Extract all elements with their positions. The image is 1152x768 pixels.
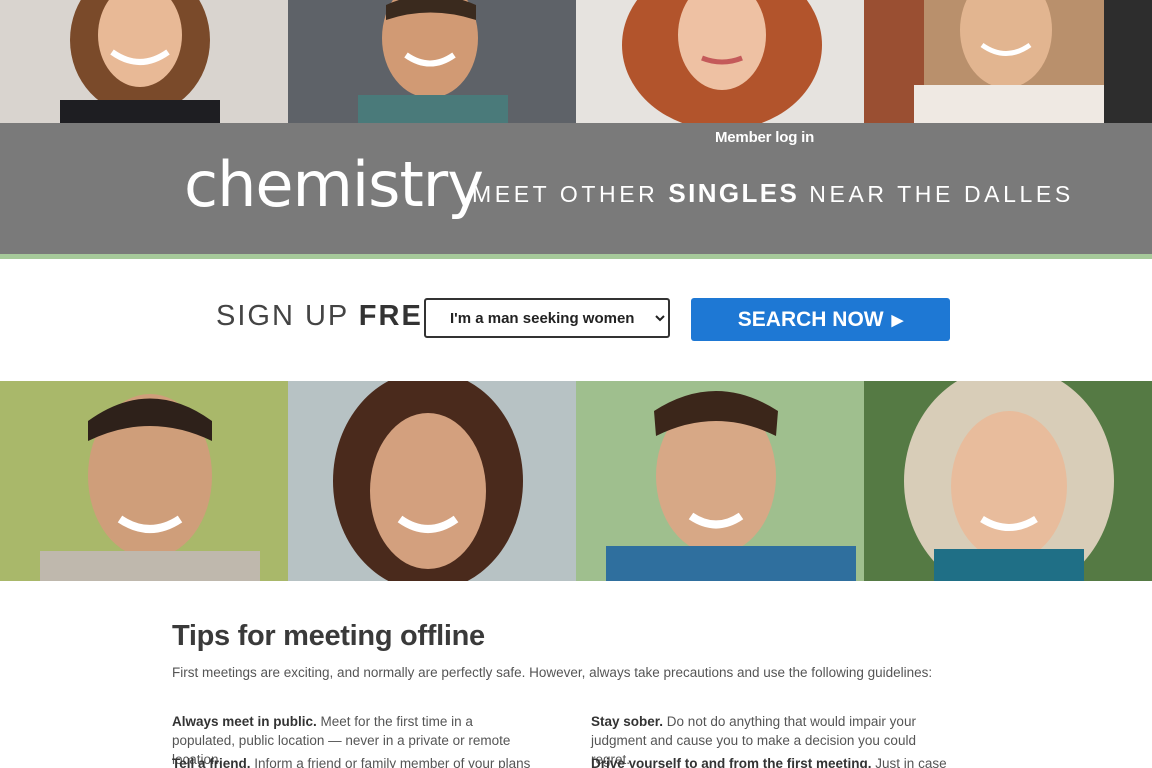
photo-woman-brown-hair: [0, 0, 288, 123]
tip-title: Stay sober.: [591, 714, 664, 729]
photo-woman-blonde: [864, 381, 1152, 581]
tagline-post: NEAR THE DALLES: [799, 181, 1074, 207]
top-photo-strip: [0, 0, 1152, 123]
tips-title: Tips for meeting offline: [172, 620, 485, 652]
photo-man-blue-shirt: [576, 381, 864, 581]
tagline: MEET OTHER SINGLES NEAR THE DALLES: [472, 178, 1074, 209]
signup-label-pre: SIGN UP: [216, 300, 359, 332]
tip-title: Tell a friend.: [172, 756, 251, 768]
chemistry-logo[interactable]: chemistry: [184, 148, 484, 221]
middle-photo-strip: [0, 381, 1152, 581]
photo-man-hand-on-chin: [864, 0, 1152, 123]
photo-woman-brunette: [288, 381, 576, 581]
photo-man-smiling: [288, 0, 576, 123]
search-now-label: SEARCH NOW: [737, 307, 884, 331]
signup-label: SIGN UP FREE:: [216, 300, 454, 333]
tip-title: Drive yourself to and from the first mee…: [591, 756, 872, 768]
photo-woman-red-curly-hair: [576, 0, 864, 123]
seeking-select[interactable]: I'm a man seeking women: [424, 298, 670, 338]
header-divider: [0, 254, 1152, 259]
photo-man-dark-hair: [0, 381, 288, 581]
tips-intro: First meetings are exciting, and normall…: [172, 665, 933, 680]
member-login-link[interactable]: Member log in: [715, 129, 814, 146]
tip-drive-yourself: Drive yourself to and from the first mee…: [591, 754, 956, 768]
search-now-button[interactable]: SEARCH NOW ▶: [691, 298, 950, 341]
tip-tell-a-friend: Tell a friend. Inform a friend or family…: [172, 754, 537, 768]
tagline-pre: MEET OTHER: [472, 181, 669, 207]
tagline-em: SINGLES: [668, 178, 800, 208]
play-arrow-icon: ▶: [891, 311, 904, 329]
tip-title: Always meet in public.: [172, 714, 317, 729]
